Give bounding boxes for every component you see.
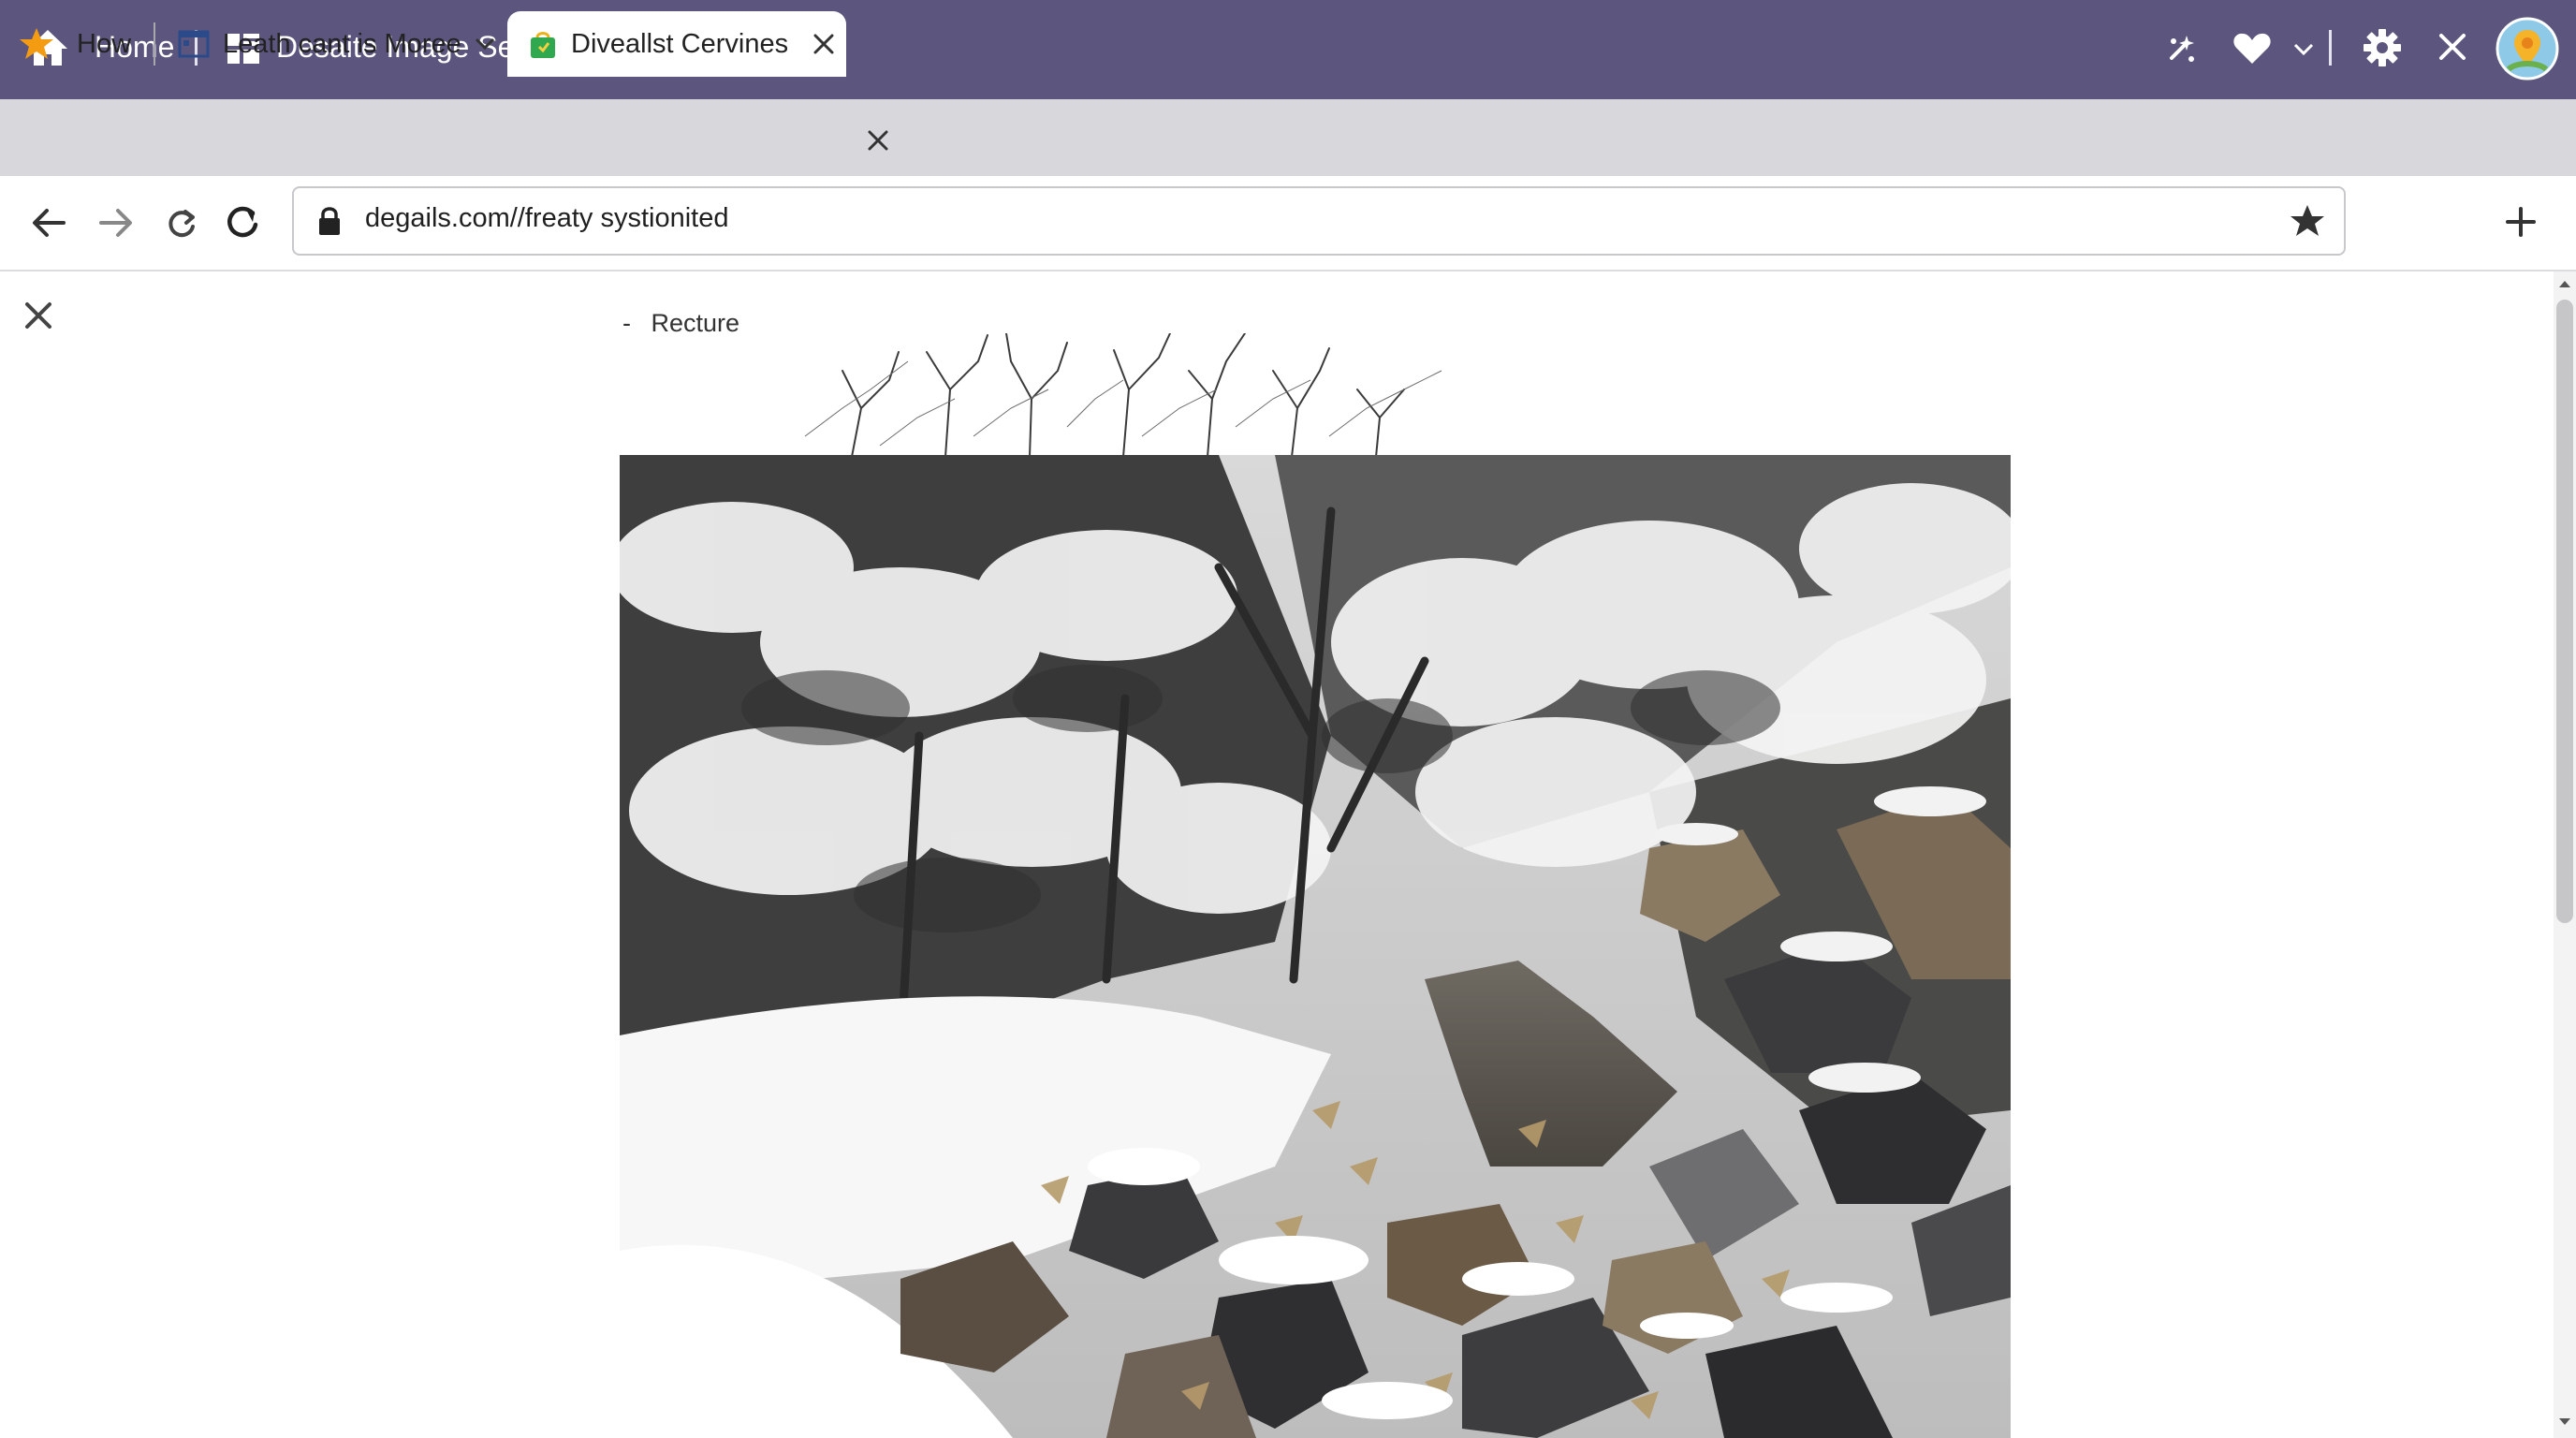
close-tab-icon[interactable] <box>867 129 895 157</box>
bookmark-star-icon[interactable] <box>2290 204 2327 242</box>
shopping-bag-icon <box>528 28 558 60</box>
chevron-down-icon[interactable] <box>475 37 495 51</box>
tab-strip <box>0 99 2576 176</box>
avatar[interactable] <box>2496 17 2559 81</box>
tab-label: Leath cant is Moree <box>223 28 461 59</box>
caption-label: Recture <box>651 309 740 337</box>
caption-dash: - <box>622 309 631 337</box>
window-icon <box>178 30 210 58</box>
refresh-icon[interactable] <box>163 204 202 243</box>
snowy-forest-photo <box>620 455 2011 1438</box>
heart-icon[interactable] <box>2232 30 2273 67</box>
star-icon <box>19 27 60 61</box>
close-icon[interactable] <box>2434 28 2471 66</box>
reload-icon[interactable] <box>223 202 264 243</box>
sparkle-icon[interactable] <box>2160 28 2202 69</box>
image-caption: - Recture <box>622 309 739 338</box>
new-tab-plus-icon[interactable] <box>2505 206 2539 240</box>
tab-leath[interactable]: Leath cant is Moree <box>174 11 495 77</box>
scroll-up-arrow-icon[interactable] <box>2557 277 2572 290</box>
tab-label: Diveallst Cervines <box>571 28 789 59</box>
dropdown-arrow-icon[interactable] <box>2291 37 2316 60</box>
tree-branches-image <box>786 332 1460 458</box>
lock-icon[interactable] <box>316 206 344 238</box>
url-text[interactable]: degails.com//freaty systionited <box>365 203 728 234</box>
forward-arrow-icon[interactable] <box>97 204 137 243</box>
tab-diveallst[interactable]: Diveallst Cervines <box>507 11 846 77</box>
tab-how[interactable]: How <box>19 11 145 77</box>
gear-icon[interactable] <box>2361 26 2404 69</box>
back-arrow-icon[interactable] <box>30 204 69 243</box>
toolbar-divider <box>2329 30 2332 66</box>
scroll-down-arrow-icon[interactable] <box>2557 1416 2572 1429</box>
tab-close-icon[interactable] <box>812 33 835 55</box>
tab-label: How <box>77 28 132 59</box>
close-panel-icon[interactable] <box>24 301 56 333</box>
tab-divider <box>154 22 155 66</box>
scrollbar-thumb[interactable] <box>2556 300 2573 923</box>
